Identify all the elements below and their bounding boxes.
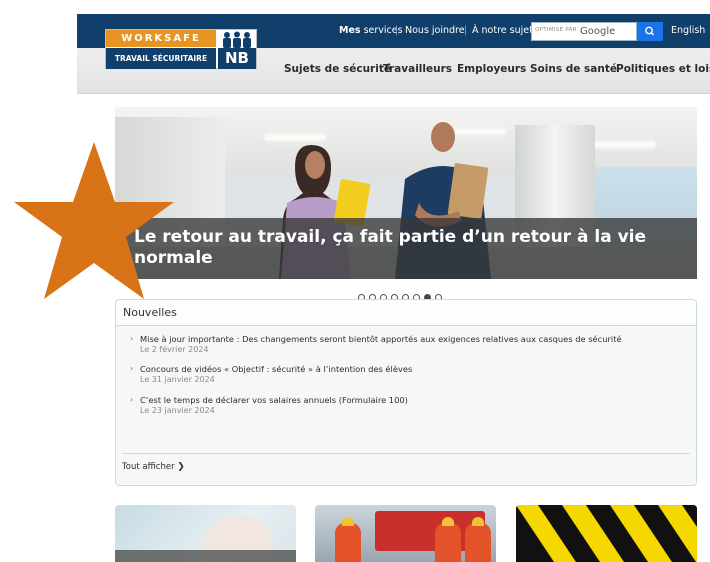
top-separator: |	[395, 25, 399, 36]
news-item-title[interactable]: Concours de vidéos « Objectif : sécurité…	[140, 364, 412, 374]
news-item-title[interactable]: Mise à jour importante : Des changements…	[140, 334, 622, 344]
feature-card-hands[interactable]	[115, 505, 296, 562]
chevron-right-icon: ›	[130, 334, 134, 343]
page: WORKSAFE TRAVAIL SÉCURITAIRE NB Mes serv…	[0, 0, 710, 562]
news-item-date: Le 2 février 2024	[140, 345, 209, 354]
nav-safety-topics[interactable]: Sujets de sécurité	[284, 48, 391, 94]
contact-link[interactable]: Nous joindre	[405, 14, 465, 48]
card-image-helmet	[472, 517, 484, 526]
feature-card-firefighters[interactable]	[315, 505, 496, 562]
logo-nb-badge: NB	[218, 48, 256, 69]
card-image-firefighter	[435, 523, 461, 562]
hero-caption[interactable]: Le retour au travail, ça fait partie d’u…	[134, 227, 674, 269]
chevron-right-icon: ❯	[177, 462, 185, 472]
star-shape	[14, 142, 174, 299]
news-item-date: Le 31 janvier 2024	[140, 375, 215, 384]
search-button[interactable]	[637, 22, 663, 41]
news-panel: Nouvelles › Mise à jour importante : Des…	[115, 299, 697, 486]
search-box[interactable]: OPTIMISÉ PAR Google	[531, 22, 637, 41]
worksafe-logo[interactable]: WORKSAFE TRAVAIL SÉCURITAIRE NB	[105, 29, 257, 69]
card-image-firefighter	[335, 523, 361, 562]
nav-employers[interactable]: Employeurs	[457, 48, 526, 94]
english-link[interactable]: English	[671, 14, 705, 48]
view-all-label: Tout afficher	[122, 462, 175, 472]
logo-worksafe-text: WORKSAFE	[106, 30, 216, 47]
card-image-helmet	[442, 517, 454, 526]
logo-people-icon	[223, 31, 251, 48]
card-image-helmet	[342, 517, 354, 526]
news-header: Nouvelles	[116, 300, 696, 326]
card-caption-overlay	[115, 550, 296, 562]
logo-travail-text: TRAVAIL SÉCURITAIRE	[106, 48, 216, 69]
search-icon	[645, 26, 655, 36]
news-divider	[122, 453, 690, 454]
nav-policies-laws[interactable]: Politiques et lois	[616, 48, 710, 94]
hazard-stripes-image	[516, 505, 697, 562]
news-item-date: Le 23 janvier 2024	[140, 406, 215, 415]
news-title: Nouvelles	[123, 306, 177, 319]
nav-health-care[interactable]: Soins de santé	[530, 48, 617, 94]
carousel-dots	[358, 286, 446, 301]
nav-workers[interactable]: Travailleurs	[383, 48, 452, 94]
chevron-right-icon: ›	[130, 364, 134, 373]
feature-card-hazard-stripes[interactable]	[516, 505, 697, 562]
news-item-title[interactable]: C’est le temps de déclarer vos salaires …	[140, 395, 408, 405]
card-image-firefighter	[465, 523, 491, 562]
about-link[interactable]: À notre sujet	[472, 14, 533, 48]
view-all-link[interactable]: Tout afficher ❯	[122, 462, 185, 472]
site-header: WORKSAFE TRAVAIL SÉCURITAIRE NB Mes serv…	[77, 14, 710, 94]
top-separator: |	[464, 25, 468, 36]
chevron-right-icon: ›	[130, 395, 134, 404]
